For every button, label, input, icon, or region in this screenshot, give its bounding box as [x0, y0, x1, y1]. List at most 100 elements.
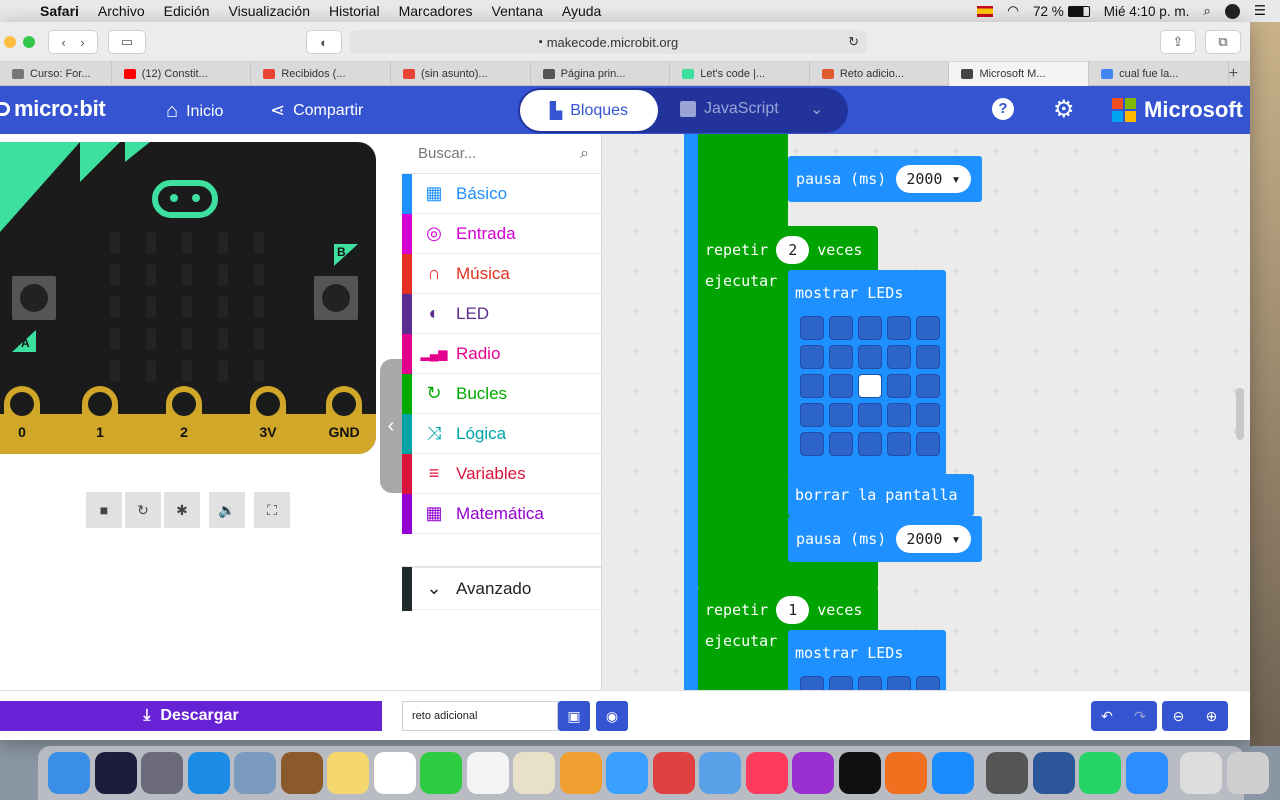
led-toggle-cell[interactable]: [829, 316, 853, 340]
new-tab-icon[interactable]: +: [1229, 62, 1250, 85]
browser-tab[interactable]: Let's code |...: [670, 62, 810, 86]
dock-app-icon[interactable]: [885, 752, 927, 794]
led-toggle-cell[interactable]: [829, 345, 853, 369]
vertical-scrollbar[interactable]: [1236, 388, 1244, 440]
led-toggle-cell[interactable]: [916, 432, 940, 456]
pause-block-2[interactable]: pausa (ms) 2000 ▾: [788, 516, 982, 562]
javascript-editor-tab[interactable]: JavaScript: [680, 100, 779, 118]
pause-value-dropdown-1[interactable]: 2000 ▾: [896, 165, 971, 193]
forever-block-stem[interactable]: [684, 134, 698, 690]
share-button[interactable]: ⋖ Compartir: [270, 100, 363, 121]
category-radio[interactable]: ▂▄▆ Radio: [402, 333, 601, 374]
dock-app-icon[interactable]: [513, 752, 555, 794]
redo-icon[interactable]: ↷: [1123, 701, 1157, 731]
toolbox-search-input[interactable]: Buscar... ⌕: [402, 134, 601, 174]
sound-icon[interactable]: 🔉: [209, 492, 245, 528]
blocks-editor-tab[interactable]: ▙ Bloques: [520, 90, 658, 131]
menu-marcadores[interactable]: Marcadores: [399, 3, 473, 19]
zoom-button[interactable]: [23, 36, 35, 48]
save-icon[interactable]: ▣: [558, 701, 590, 731]
menu-ayuda[interactable]: Ayuda: [562, 3, 601, 19]
dock-app-icon[interactable]: [1180, 752, 1222, 794]
zoom-in-icon[interactable]: ⊕: [1195, 701, 1228, 731]
dock-app-icon[interactable]: [1125, 752, 1168, 794]
stop-icon[interactable]: ■: [86, 492, 122, 528]
led-toggle-cell[interactable]: [800, 432, 824, 456]
battery-icon[interactable]: [1067, 5, 1090, 17]
microbit-board[interactable]: A B 0 1 2 3V GND: [0, 142, 376, 454]
pin-1[interactable]: 1: [82, 386, 118, 446]
category-variables[interactable]: ≡ Variables: [402, 453, 601, 494]
led-toggle-cell[interactable]: [858, 432, 882, 456]
category-música[interactable]: ∩ Música: [402, 253, 601, 294]
category-avanzado[interactable]: ⌄ Avanzado: [402, 566, 601, 611]
address-bar[interactable]: ▪ makecode.microbit.org ↻: [350, 30, 867, 54]
dock-app-icon[interactable]: [187, 752, 230, 794]
dock-app-icon[interactable]: [1079, 752, 1121, 794]
pin-2[interactable]: 2: [166, 386, 202, 446]
microsoft-logo[interactable]: Microsoft: [1112, 97, 1243, 123]
fullscreen-icon[interactable]: ⛶: [254, 492, 290, 528]
dock-app-icon[interactable]: [792, 752, 834, 794]
button-b[interactable]: [314, 276, 358, 320]
dock-app-icon[interactable]: [48, 752, 90, 794]
dock-app-icon[interactable]: [699, 752, 741, 794]
browser-tab[interactable]: cual fue la...: [1089, 62, 1229, 86]
led-toggle-cell[interactable]: [829, 432, 853, 456]
editor-dropdown-chevron-icon[interactable]: ⌄: [810, 99, 823, 119]
forward-icon[interactable]: ›: [80, 35, 84, 50]
led-toggle-cell[interactable]: [887, 432, 911, 456]
dock-app-icon[interactable]: [327, 752, 369, 794]
led-toggle-cell[interactable]: [916, 374, 940, 398]
spotlight-search-icon[interactable]: ⌕: [1203, 3, 1211, 19]
category-básico[interactable]: ▦ Básico: [402, 173, 601, 214]
category-lógica[interactable]: ⤨ Lógica: [402, 413, 601, 454]
github-icon[interactable]: ◉: [596, 701, 628, 731]
dock-app-icon[interactable]: [234, 752, 276, 794]
flag-icon[interactable]: [977, 5, 994, 17]
category-matemática[interactable]: ▦ Matemática: [402, 493, 601, 534]
repeat-count-input-1[interactable]: 2: [776, 236, 810, 264]
led-toggle-cell[interactable]: [916, 403, 940, 427]
dock-app-icon[interactable]: [373, 752, 416, 794]
project-name-input[interactable]: reto adicional: [402, 701, 558, 731]
dock-app-icon[interactable]: [1226, 752, 1269, 794]
led-toggle-cell[interactable]: [800, 316, 824, 340]
wifi-icon[interactable]: ◠: [1007, 3, 1019, 19]
menu-archivo[interactable]: Archivo: [98, 3, 145, 19]
tabs-overview-icon[interactable]: ⧉: [1205, 30, 1241, 54]
led-toggle-cell[interactable]: [887, 316, 911, 340]
show-leds-block-1[interactable]: mostrar LEDs: [788, 270, 946, 476]
dock-app-icon[interactable]: [559, 752, 602, 794]
led-toggle-cell[interactable]: [916, 345, 940, 369]
zoom-out-icon[interactable]: ⊖: [1162, 701, 1195, 731]
browser-tab[interactable]: (12) Constit...: [112, 62, 252, 86]
browser-tab[interactable]: Recibidos (...: [251, 62, 391, 86]
blocks-workspace[interactable]: + + + + + + + + + + + + + + + + + + + + + + + + + + + + + + + + + + + + + + + +…: [602, 134, 1250, 690]
dock-app-icon[interactable]: [141, 752, 183, 794]
dock-app-icon[interactable]: [1032, 752, 1075, 794]
dock-app-icon[interactable]: [466, 752, 509, 794]
repeat-count-input-2[interactable]: 1: [776, 596, 810, 624]
led-toggle-cell[interactable]: [858, 345, 882, 369]
led-toggle-cell[interactable]: [800, 403, 824, 427]
led-editor-grid-2[interactable]: [800, 676, 940, 690]
led-toggle-cell[interactable]: [858, 316, 882, 340]
settings-gear-icon[interactable]: ⚙: [1053, 95, 1075, 124]
browser-tab[interactable]: (sin asunto)...: [391, 62, 531, 86]
dock-app-icon[interactable]: [986, 752, 1028, 794]
back-icon[interactable]: ‹: [61, 35, 65, 50]
led-toggle-cell[interactable]: [887, 374, 911, 398]
led-editor-grid-1[interactable]: [800, 316, 940, 456]
sidebar-toggle-icon[interactable]: ▭: [108, 30, 146, 54]
back-forward-buttons[interactable]: ‹ ›: [48, 30, 98, 54]
led-toggle-cell[interactable]: [800, 374, 824, 398]
dock-app-icon[interactable]: [606, 752, 648, 794]
microbit-logo[interactable]: micro:bit: [0, 96, 106, 122]
dock-app-icon[interactable]: [652, 752, 695, 794]
pin-gnd[interactable]: GND: [326, 386, 362, 446]
minimize-button[interactable]: [4, 36, 16, 48]
clear-screen-block[interactable]: borrar la pantalla: [788, 474, 974, 516]
notification-center-icon[interactable]: ☰: [1254, 3, 1266, 19]
menu-historial[interactable]: Historial: [329, 3, 380, 19]
